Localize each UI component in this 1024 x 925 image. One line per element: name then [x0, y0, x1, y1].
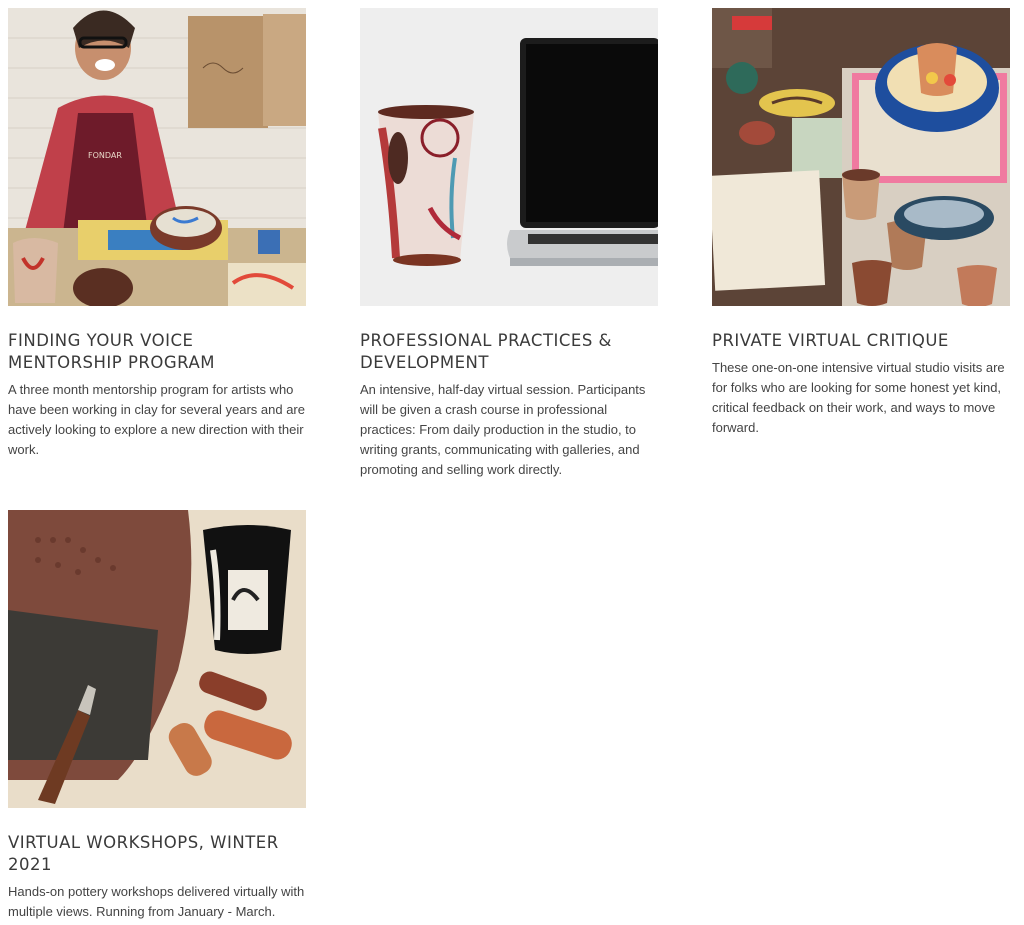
- program-description: An intensive, half-day virtual session. …: [360, 382, 646, 477]
- program-title[interactable]: PRIVATE VIRTUAL CRITIQUE: [712, 330, 1012, 352]
- program-description: Hands-on pottery workshops delivered vir…: [8, 884, 305, 919]
- mentorship-photo[interactable]: FONDAR: [8, 8, 306, 306]
- program-card-professional-practices: PROFESSIONAL PRACTICES & DEVELOPMENT An …: [360, 8, 660, 480]
- private-critique-photo[interactable]: [712, 8, 1010, 306]
- program-description: These one-on-one intensive virtual studi…: [712, 360, 1005, 435]
- program-card-virtual-workshops: VIRTUAL WORKSHOPS, WINTER 2021 Hands-on …: [8, 510, 308, 922]
- professional-practices-photo[interactable]: [360, 8, 658, 306]
- virtual-workshops-photo[interactable]: [8, 510, 306, 808]
- program-title[interactable]: FINDING YOUR VOICE MENTORSHIP PROGRAM: [8, 330, 308, 374]
- svg-text:FONDAR: FONDAR: [88, 151, 122, 160]
- program-card-mentorship: FONDAR FINDING YOUR VOICE MENTORSHIP PRO…: [8, 8, 308, 460]
- program-description: A three month mentorship program for art…: [8, 382, 305, 457]
- program-card-private-critique: PRIVATE VIRTUAL CRITIQUE These one-on-on…: [712, 8, 1012, 438]
- program-title[interactable]: VIRTUAL WORKSHOPS, WINTER 2021: [8, 832, 308, 876]
- program-title[interactable]: PROFESSIONAL PRACTICES & DEVELOPMENT: [360, 330, 660, 374]
